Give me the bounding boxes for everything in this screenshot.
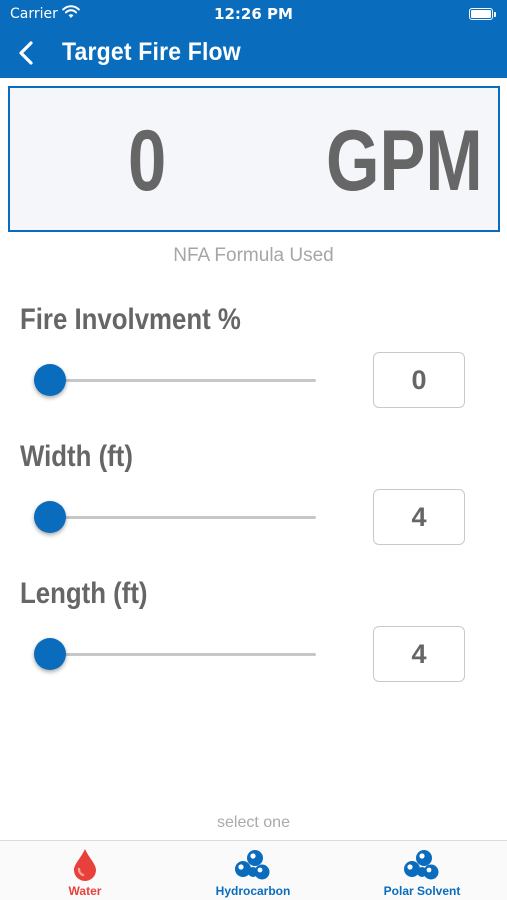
tab-hydrocarbon-label: Hydrocarbon (215, 884, 291, 898)
tab-polar-solvent[interactable]: Polar Solvent (347, 841, 497, 900)
select-hint: select one (217, 814, 290, 831)
fire-involvement-value[interactable]: 0 (373, 352, 465, 408)
page-title: Target Fire Flow (62, 38, 241, 66)
length-thumb[interactable] (34, 638, 66, 670)
width-label: Width (ft) (20, 440, 133, 473)
chevron-left-icon (19, 41, 33, 65)
fire-flow-result: 0 GPM (8, 86, 500, 232)
water-drop-icon (71, 847, 99, 886)
length-slider[interactable] (40, 653, 316, 656)
back-button[interactable] (12, 38, 42, 68)
tab-polar-solvent-label: Polar Solvent (383, 884, 461, 898)
navigation-bar: Target Fire Flow (0, 28, 507, 78)
formula-note: NFA Formula Used (173, 245, 334, 266)
width-value[interactable]: 4 (373, 489, 465, 545)
width-thumb[interactable] (34, 501, 66, 533)
length-label: Length (ft) (20, 577, 148, 610)
length-value[interactable]: 4 (373, 626, 465, 682)
fire-flow-unit: GPM (326, 113, 483, 209)
hydrocarbon-icon (233, 847, 273, 886)
battery-icon (469, 8, 496, 20)
tab-water-label: Water (68, 884, 102, 898)
fire-flow-value: 0 (128, 113, 167, 209)
fire-involvement-slider[interactable] (40, 379, 316, 382)
fire-involvement-thumb[interactable] (34, 364, 66, 396)
status-bar: Carrier 12:26 PM (0, 0, 507, 28)
width-slider[interactable] (40, 516, 316, 519)
tab-water[interactable]: Water (10, 841, 160, 900)
clock-label: 12:26 PM (214, 5, 293, 23)
tab-hydrocarbon[interactable]: Hydrocarbon (178, 841, 328, 900)
polar-solvent-icon (402, 847, 442, 886)
fire-involvement-label: Fire Involvment % (20, 303, 241, 336)
tab-bar: Water Hydrocarbon Polar Solvent (0, 840, 507, 900)
